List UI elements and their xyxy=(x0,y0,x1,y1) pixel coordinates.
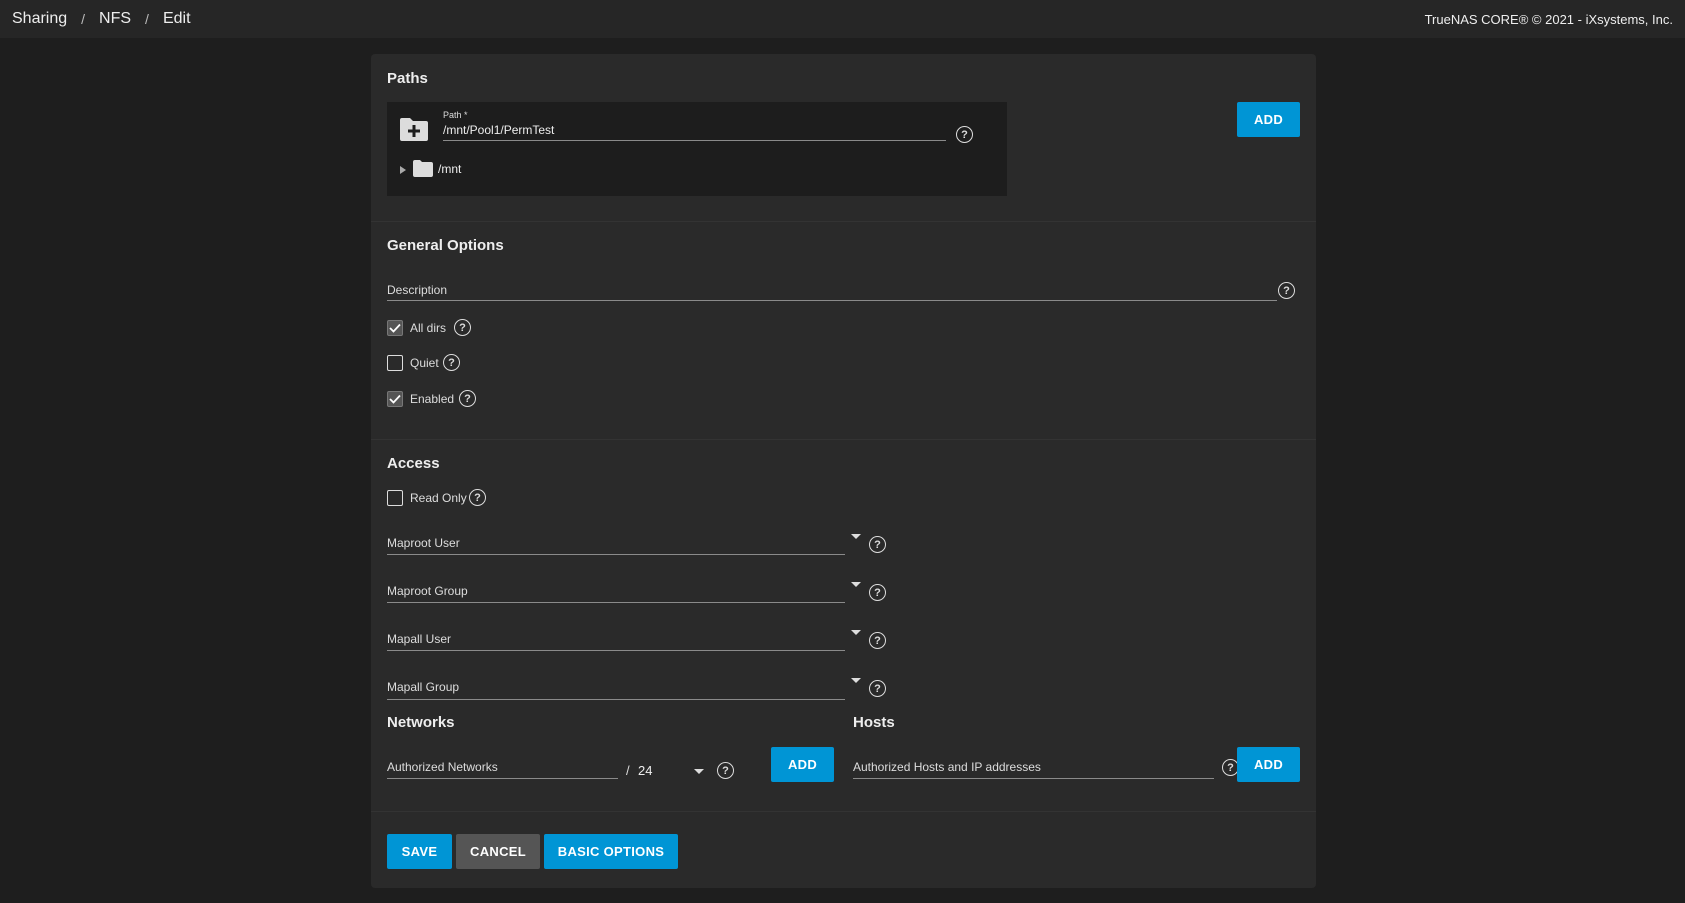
add-host-button[interactable]: ADD xyxy=(1237,747,1300,782)
maproot-user-select[interactable] xyxy=(387,554,845,555)
description-field[interactable] xyxy=(387,300,1277,301)
mapall-user-select[interactable] xyxy=(387,650,845,651)
cancel-button[interactable]: CANCEL xyxy=(456,834,540,869)
maproot-group-select[interactable] xyxy=(387,602,845,603)
tree-item-mnt[interactable]: /mnt xyxy=(438,162,461,176)
mapall-user-help-icon[interactable]: ? xyxy=(869,632,886,649)
netmask-dropdown-icon[interactable] xyxy=(694,769,704,774)
read-only-checkbox[interactable] xyxy=(387,490,403,506)
maproot-user-label: Maproot User xyxy=(387,536,460,550)
mapall-group-help-icon[interactable]: ? xyxy=(869,680,886,697)
mapall-group-select[interactable] xyxy=(387,699,845,700)
authorized-hosts-input[interactable] xyxy=(853,778,1214,779)
access-title: Access xyxy=(387,455,440,472)
breadcrumb-sharing[interactable]: Sharing xyxy=(12,10,67,28)
folder-add-icon[interactable] xyxy=(399,116,429,142)
breadcrumb-separator: / xyxy=(81,11,86,27)
path-label: Path * xyxy=(443,110,468,120)
mapall-group-dropdown-icon[interactable] xyxy=(851,678,861,683)
check-icon xyxy=(389,323,401,333)
maproot-group-label: Maproot Group xyxy=(387,584,468,598)
mapall-user-dropdown-icon[interactable] xyxy=(851,630,861,635)
path-explorer: Path * /mnt/Pool1/PermTest ? /mnt xyxy=(387,102,1007,196)
enabled-help-icon[interactable]: ? xyxy=(459,390,476,407)
mapall-group-label: Mapall Group xyxy=(387,680,460,694)
expand-arrow-icon[interactable] xyxy=(400,166,406,174)
enabled-label: Enabled xyxy=(410,392,455,406)
breadcrumb-nfs[interactable]: NFS xyxy=(99,10,131,28)
add-network-button[interactable]: ADD xyxy=(771,747,834,782)
section-divider xyxy=(371,439,1316,440)
breadcrumb-separator: / xyxy=(145,11,149,27)
hosts-title: Hosts xyxy=(853,714,895,731)
copyright-text: TrueNAS CORE® © 2021 - iXsystems, Inc. xyxy=(1424,11,1673,27)
description-label: Description xyxy=(387,283,448,297)
maproot-group-help-icon[interactable]: ? xyxy=(869,584,886,601)
general-options-title: General Options xyxy=(387,237,504,254)
mapall-user-label: Mapall User xyxy=(387,632,452,646)
top-bar: Sharing / NFS / Edit TrueNAS CORE® © 202… xyxy=(0,0,1685,38)
quiet-label: Quiet xyxy=(410,356,439,370)
description-help-icon[interactable]: ? xyxy=(1278,282,1295,299)
authorized-hosts-label: Authorized Hosts and IP addresses xyxy=(853,760,1041,774)
all-dirs-label: All dirs xyxy=(410,321,447,335)
networks-title: Networks xyxy=(387,714,455,731)
authorized-networks-input[interactable] xyxy=(387,778,618,779)
maproot-user-help-icon[interactable]: ? xyxy=(869,536,886,553)
folder-icon xyxy=(413,160,433,177)
all-dirs-checkbox[interactable] xyxy=(387,320,403,336)
breadcrumb: Sharing / NFS / Edit xyxy=(12,10,191,28)
path-input-underline xyxy=(443,140,946,141)
add-path-button[interactable]: ADD xyxy=(1237,102,1300,137)
read-only-help-icon[interactable]: ? xyxy=(469,489,486,506)
quiet-checkbox[interactable] xyxy=(387,355,403,371)
netmask-select[interactable]: 24 xyxy=(638,763,652,778)
paths-title: Paths xyxy=(387,70,428,87)
maproot-group-dropdown-icon[interactable] xyxy=(851,582,861,587)
path-help-icon[interactable]: ? xyxy=(956,126,973,143)
section-divider xyxy=(371,221,1316,222)
path-input[interactable]: /mnt/Pool1/PermTest xyxy=(443,123,554,137)
all-dirs-help-icon[interactable]: ? xyxy=(454,319,471,336)
read-only-label: Read Only xyxy=(410,491,467,505)
check-icon xyxy=(389,394,401,404)
netmask-separator: / xyxy=(626,763,630,778)
maproot-user-dropdown-icon[interactable] xyxy=(851,534,861,539)
networks-help-icon[interactable]: ? xyxy=(717,762,734,779)
save-button[interactable]: SAVE xyxy=(387,834,452,869)
basic-options-button[interactable]: BASIC OPTIONS xyxy=(544,834,678,869)
authorized-networks-label: Authorized Networks xyxy=(387,760,498,774)
nfs-edit-form: Paths Path * /mnt/Pool1/PermTest ? /mnt … xyxy=(371,54,1316,888)
breadcrumb-edit: Edit xyxy=(162,10,191,27)
enabled-checkbox[interactable] xyxy=(387,391,403,407)
quiet-help-icon[interactable]: ? xyxy=(443,354,460,371)
section-divider xyxy=(371,811,1316,812)
